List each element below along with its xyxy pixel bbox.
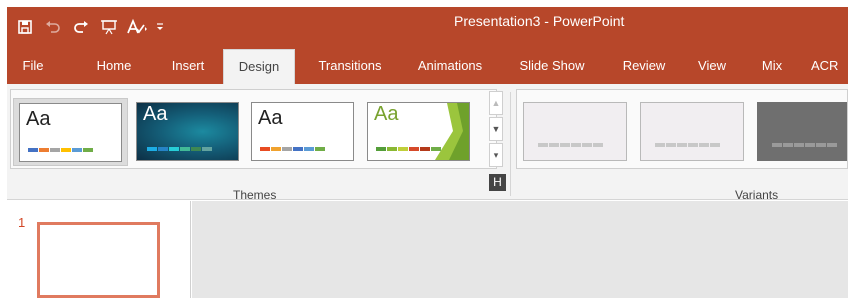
powerpoint-window: Presentation3 - PowerPoint File Home Ins…: [7, 7, 848, 298]
slide-editing-area[interactable]: [192, 201, 848, 298]
theme-light[interactable]: Aa: [251, 102, 354, 161]
tab-file[interactable]: File: [17, 47, 49, 84]
theme-dark[interactable]: Aa: [136, 102, 239, 161]
theme-dark-colors: [147, 147, 212, 151]
variant-2[interactable]: [640, 102, 744, 161]
theme-green-colors: [376, 147, 441, 151]
theme-dark-label: Aa: [143, 103, 168, 125]
slide-thumbnail[interactable]: [37, 222, 160, 298]
theme-green-label: Aa: [374, 103, 399, 125]
gallery-more-icon[interactable]: ▾: [489, 143, 503, 167]
theme-light-label: Aa: [258, 107, 283, 129]
tab-mix[interactable]: Mix: [755, 47, 789, 84]
theme-green[interactable]: Aa: [367, 102, 470, 161]
slide-thumbnails-pane: 1: [7, 201, 191, 298]
title-bar: Presentation3 - PowerPoint: [7, 7, 848, 47]
tab-acrobat[interactable]: ACR: [811, 47, 848, 84]
tab-view[interactable]: View: [691, 47, 733, 84]
design-ribbon: Aa Aa Aa Aa ▲ ▼ ▾ H Themes Variants: [7, 84, 848, 202]
variant-1[interactable]: [523, 102, 627, 161]
undo-icon[interactable]: [39, 13, 67, 41]
customize-qat-icon[interactable]: [151, 13, 169, 41]
redo-icon[interactable]: [67, 13, 95, 41]
variants-group-label: Variants: [735, 188, 779, 202]
tab-transitions[interactable]: Transitions: [307, 47, 393, 84]
present-from-beginning-icon[interactable]: [95, 13, 123, 41]
gallery-scroll-up-icon[interactable]: ▲: [489, 91, 503, 115]
window-title: Presentation3 - PowerPoint: [454, 13, 625, 29]
spelling-check-icon[interactable]: [123, 13, 151, 41]
gallery-scroll-down-icon[interactable]: ▼: [489, 117, 503, 141]
tab-insert[interactable]: Insert: [165, 47, 211, 84]
tab-review[interactable]: Review: [617, 47, 671, 84]
tab-animations[interactable]: Animations: [405, 47, 495, 84]
theme-office[interactable]: Aa: [13, 98, 128, 166]
themes-group-label: Themes: [233, 188, 277, 202]
tab-home[interactable]: Home: [93, 47, 135, 84]
keytip-badge: H: [489, 174, 506, 191]
theme-office-colors: [28, 148, 93, 152]
save-icon[interactable]: [11, 13, 39, 41]
ribbon-tabs: File Home Insert Design Transitions Anim…: [7, 47, 848, 84]
group-separator: [510, 92, 511, 196]
variants-gallery: [516, 89, 848, 169]
theme-office-preview: Aa: [19, 103, 122, 162]
variant-3[interactable]: [757, 102, 847, 161]
quick-access-toolbar: [7, 7, 169, 47]
tab-slide-show[interactable]: Slide Show: [510, 47, 594, 84]
slide-number: 1: [18, 215, 26, 230]
themes-gallery: Aa Aa Aa Aa ▲ ▼ ▾: [10, 89, 503, 169]
tab-design[interactable]: Design: [223, 49, 295, 84]
theme-office-label: Aa: [26, 108, 51, 130]
theme-green-decoration: [435, 103, 469, 160]
themes-gallery-scroll: ▲ ▼ ▾: [489, 91, 503, 169]
theme-light-colors: [260, 147, 325, 151]
